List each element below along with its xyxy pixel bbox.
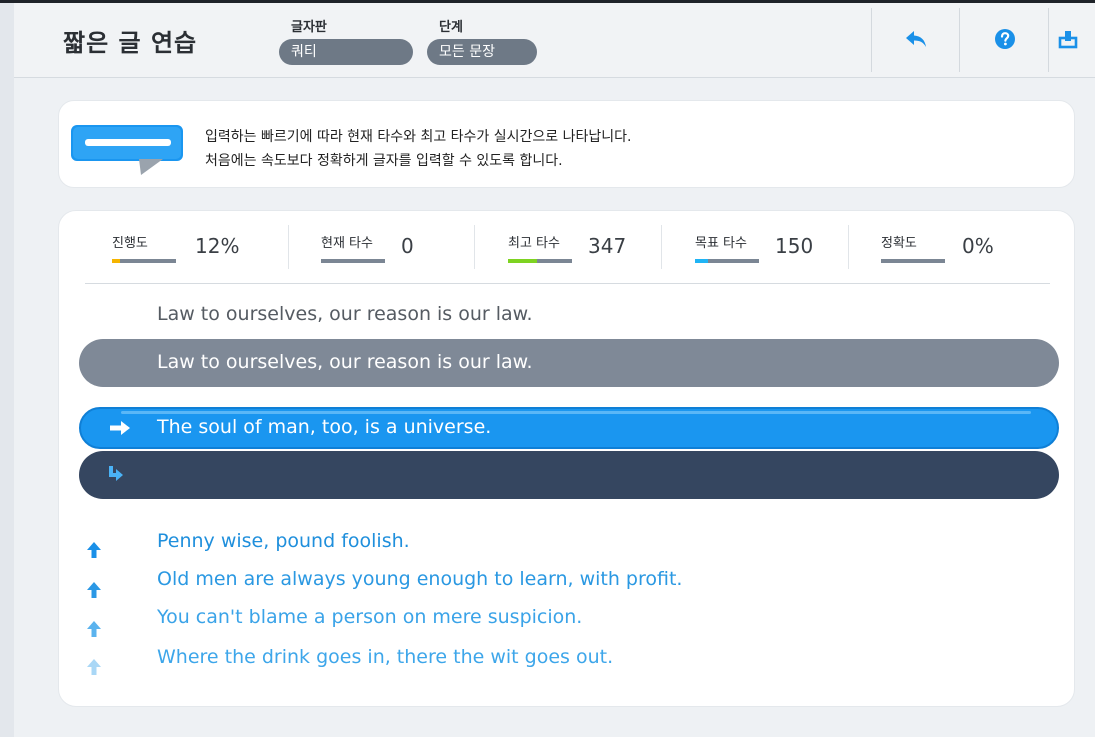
page-title: 짧은 글 연습 [63,29,198,57]
current-sentence: The soul of man, too, is a universe. [157,416,492,438]
stat-separator [474,225,475,269]
info-text-line-1: 입력하는 빠르기에 따라 현재 타수와 최고 타수가 실시간으로 나타납니다. [205,129,632,145]
level-select[interactable]: 모든 문장 [427,39,537,65]
stat-label: 최고 타수 [508,236,560,251]
arrow-up-icon [87,582,101,598]
stat-separator [848,225,849,269]
speech-bubble-icon [71,125,183,175]
share-button[interactable] [1054,3,1095,75]
level-value: 모든 문장 [439,44,495,60]
keyboard-select[interactable]: 쿼티 [279,39,413,65]
stat-value: 12% [195,234,240,258]
stat-separator [661,225,662,269]
arrow-up-icon [87,542,101,558]
progress-bar-fill [695,259,708,263]
help-button[interactable] [965,3,1045,75]
progress-bar [881,259,945,263]
reply-arrow-icon [906,31,926,47]
stat-value: 150 [775,234,814,258]
previous-typed-bar: Law to ourselves, our reason is our law. [79,339,1059,387]
typing-input-bar[interactable] [79,451,1059,499]
arrow-up-icon [87,621,101,637]
stats-divider [85,283,1050,284]
stat-label: 목표 타수 [695,236,747,251]
bar-highlight [121,411,1031,414]
stat-label: 진행도 [112,236,148,251]
window-left-edge [0,3,14,737]
upcoming-sentence: You can't blame a person on mere suspici… [157,606,583,628]
stat-value: 347 [588,234,627,258]
progress-bar [695,259,759,263]
previous-typed-text: Law to ourselves, our reason is our law. [157,351,533,373]
return-arrow-icon [109,466,123,481]
help-icon [995,29,1015,49]
undo-button[interactable] [877,3,957,75]
stat-label: 현재 타수 [321,236,373,251]
progress-bar-fill [112,259,120,263]
upcoming-sentence: Penny wise, pound foolish. [157,530,410,552]
arrow-up-icon [87,659,101,675]
upcoming-sentence: Old men are always young enough to learn… [157,568,683,590]
keyboard-label: 글자판 [291,20,327,35]
stat-value: 0% [962,234,994,258]
level-label: 단계 [439,20,463,35]
practice-card: 진행도 12% 현재 타수 0 최고 타수 347 목표 타수 150 정확도 … [58,210,1075,707]
progress-bar [321,259,385,263]
info-card: 입력하는 빠르기에 따라 현재 타수와 최고 타수가 실시간으로 나타납니다. … [58,100,1075,188]
upcoming-sentence: Where the drink goes in, there the wit g… [157,646,614,668]
arrow-right-icon [110,421,130,435]
progress-bar [112,259,176,263]
header-separator [959,8,960,72]
keyboard-value: 쿼티 [291,44,317,60]
stat-label: 정확도 [881,236,917,251]
info-text-line-2: 처음에는 속도보다 정확하게 글자를 입력할 수 있도록 합니다. [205,153,563,169]
current-sentence-bar: The soul of man, too, is a universe. [79,407,1059,449]
header-separator [871,8,872,72]
stat-separator [288,225,289,269]
stat-value: 0 [401,234,414,258]
previous-sentence: Law to ourselves, our reason is our law. [157,303,533,325]
header-bar: 짧은 글 연습 글자판 쿼티 단계 모든 문장 [14,3,1095,78]
share-icon [1058,31,1078,49]
header-separator [1048,8,1049,72]
progress-bar [508,259,572,263]
progress-bar-fill [508,259,537,263]
